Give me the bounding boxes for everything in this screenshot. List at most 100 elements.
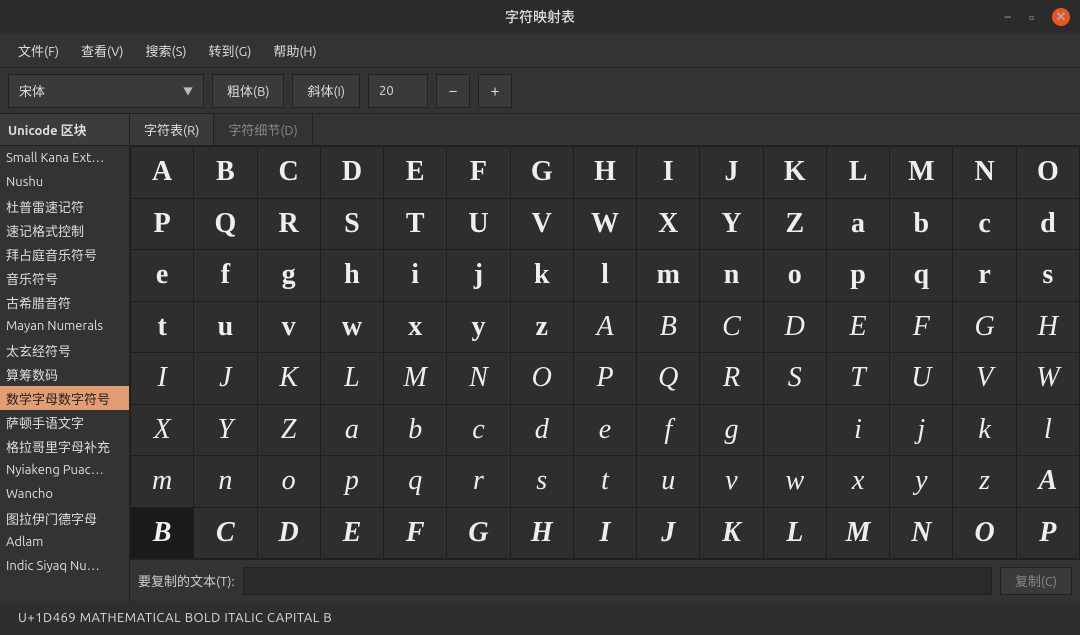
char-cell[interactable]: d bbox=[1016, 198, 1079, 250]
char-cell[interactable]: G bbox=[510, 147, 573, 199]
char-cell[interactable]: V bbox=[953, 353, 1016, 405]
char-cell[interactable]: I bbox=[637, 147, 700, 199]
char-cell[interactable]: K bbox=[763, 147, 826, 199]
char-cell[interactable]: E bbox=[320, 507, 383, 559]
char-cell[interactable]: M bbox=[890, 147, 953, 199]
char-cell[interactable]: H bbox=[510, 507, 573, 559]
char-cell[interactable]: G bbox=[447, 507, 510, 559]
size-minus-button[interactable]: − bbox=[436, 74, 470, 108]
char-cell[interactable]: P bbox=[573, 353, 636, 405]
char-cell[interactable]: k bbox=[510, 250, 573, 302]
char-cell[interactable]: J bbox=[637, 507, 700, 559]
char-cell[interactable]: a bbox=[826, 198, 889, 250]
char-cell[interactable]: X bbox=[131, 404, 194, 456]
char-cell[interactable]: y bbox=[447, 301, 510, 353]
char-cell[interactable]: L bbox=[763, 507, 826, 559]
char-cell[interactable]: C bbox=[700, 301, 763, 353]
char-cell[interactable]: A bbox=[131, 147, 194, 199]
char-cell[interactable]: q bbox=[384, 456, 447, 508]
char-cell[interactable]: x bbox=[384, 301, 447, 353]
char-cell[interactable]: l bbox=[1016, 404, 1079, 456]
block-list[interactable]: Small Kana Ext…Nushu杜普雷速记符速记格式控制拜占庭音乐符号音… bbox=[0, 146, 129, 601]
char-cell[interactable]: Z bbox=[763, 198, 826, 250]
block-item[interactable]: 格拉哥里字母补充 bbox=[0, 434, 129, 458]
char-cell[interactable]: z bbox=[953, 456, 1016, 508]
sidebar-header[interactable]: Unicode 区块 bbox=[0, 114, 129, 146]
char-cell[interactable]: z bbox=[510, 301, 573, 353]
char-cell[interactable]: i bbox=[384, 250, 447, 302]
char-cell[interactable]: p bbox=[320, 456, 383, 508]
char-cell[interactable]: e bbox=[573, 404, 636, 456]
char-cell[interactable]: G bbox=[953, 301, 1016, 353]
char-cell[interactable]: b bbox=[890, 198, 953, 250]
char-cell[interactable]: i bbox=[826, 404, 889, 456]
char-cell[interactable]: u bbox=[194, 301, 257, 353]
char-cell[interactable]: v bbox=[257, 301, 320, 353]
char-cell[interactable]: y bbox=[890, 456, 953, 508]
block-item[interactable]: 速记格式控制 bbox=[0, 218, 129, 242]
size-plus-button[interactable]: + bbox=[478, 74, 512, 108]
char-cell[interactable]: X bbox=[637, 198, 700, 250]
char-cell[interactable]: f bbox=[637, 404, 700, 456]
char-cell[interactable]: m bbox=[637, 250, 700, 302]
copy-button[interactable]: 复制(C) bbox=[1000, 567, 1072, 595]
char-cell[interactable]: O bbox=[953, 507, 1016, 559]
char-cell[interactable]: l bbox=[573, 250, 636, 302]
char-cell[interactable]: d bbox=[510, 404, 573, 456]
copy-input[interactable] bbox=[243, 567, 992, 595]
char-cell[interactable]: M bbox=[384, 353, 447, 405]
char-cell[interactable]: U bbox=[447, 198, 510, 250]
char-cell[interactable]: Q bbox=[637, 353, 700, 405]
char-cell[interactable]: h bbox=[320, 250, 383, 302]
char-cell[interactable]: C bbox=[194, 507, 257, 559]
char-cell[interactable]: M bbox=[826, 507, 889, 559]
char-cell[interactable]: C bbox=[257, 147, 320, 199]
menu-1[interactable]: 查看(V) bbox=[71, 37, 133, 64]
char-cell[interactable]: j bbox=[447, 250, 510, 302]
char-cell[interactable]: B bbox=[637, 301, 700, 353]
block-item[interactable]: Indic Siyaq Nu… bbox=[0, 554, 129, 578]
block-item[interactable]: Nushu bbox=[0, 170, 129, 194]
char-cell[interactable]: r bbox=[447, 456, 510, 508]
char-cell[interactable]: R bbox=[257, 198, 320, 250]
block-item[interactable]: Nyiakeng Puac… bbox=[0, 458, 129, 482]
char-cell[interactable]: A bbox=[1016, 456, 1079, 508]
char-cell[interactable]: P bbox=[1016, 507, 1079, 559]
char-cell[interactable]: r bbox=[953, 250, 1016, 302]
char-cell[interactable]: D bbox=[257, 507, 320, 559]
char-cell[interactable]: K bbox=[700, 507, 763, 559]
block-item[interactable]: Small Kana Ext… bbox=[0, 146, 129, 170]
char-cell[interactable]: I bbox=[573, 507, 636, 559]
char-cell[interactable]: S bbox=[763, 353, 826, 405]
char-cell[interactable]: n bbox=[700, 250, 763, 302]
char-cell[interactable]: H bbox=[573, 147, 636, 199]
char-cell[interactable]: q bbox=[890, 250, 953, 302]
char-cell[interactable]: o bbox=[763, 250, 826, 302]
menu-0[interactable]: 文件(F) bbox=[8, 37, 69, 64]
char-cell[interactable]: D bbox=[763, 301, 826, 353]
block-item[interactable]: 萨顿手语文字 bbox=[0, 410, 129, 434]
char-cell[interactable]: N bbox=[890, 507, 953, 559]
char-cell[interactable]: e bbox=[131, 250, 194, 302]
block-item[interactable]: 图拉伊门德字母 bbox=[0, 506, 129, 530]
char-cell[interactable]: I bbox=[131, 353, 194, 405]
char-cell[interactable]: v bbox=[700, 456, 763, 508]
char-cell[interactable]: Y bbox=[194, 404, 257, 456]
char-cell[interactable]: R bbox=[700, 353, 763, 405]
char-cell[interactable]: F bbox=[890, 301, 953, 353]
size-input[interactable]: 20 bbox=[368, 74, 428, 108]
char-cell[interactable]: S bbox=[320, 198, 383, 250]
char-cell[interactable]: s bbox=[510, 456, 573, 508]
block-item[interactable]: 算筹数码 bbox=[0, 362, 129, 386]
char-cell[interactable]: f bbox=[194, 250, 257, 302]
char-cell[interactable]: x bbox=[826, 456, 889, 508]
char-cell[interactable]: t bbox=[573, 456, 636, 508]
char-cell[interactable]: s bbox=[1016, 250, 1079, 302]
char-cell[interactable]: E bbox=[826, 301, 889, 353]
char-cell[interactable]: m bbox=[131, 456, 194, 508]
char-cell[interactable]: N bbox=[447, 353, 510, 405]
char-cell[interactable]: k bbox=[953, 404, 1016, 456]
font-select[interactable]: 宋体 ▼ bbox=[8, 74, 204, 108]
char-cell[interactable]: T bbox=[384, 198, 447, 250]
char-cell[interactable]: p bbox=[826, 250, 889, 302]
